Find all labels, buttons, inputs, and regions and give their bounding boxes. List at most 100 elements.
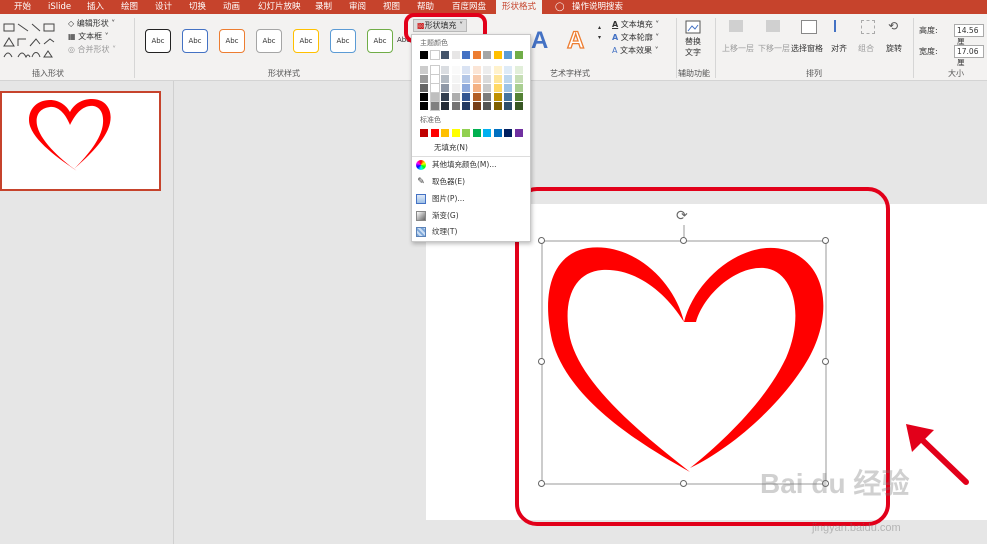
shapes-gallery[interactable]: [2, 22, 60, 60]
theme-color-swatch[interactable]: [441, 51, 449, 59]
theme-color-swatch[interactable]: [504, 84, 512, 92]
theme-color-swatch[interactable]: [429, 101, 440, 111]
slide-thumbnail[interactable]: [0, 91, 161, 191]
text-box-button[interactable]: ▦ 文本框 ˅: [68, 31, 109, 42]
theme-color-swatch[interactable]: [472, 51, 481, 59]
tab-slideshow[interactable]: 幻灯片放映: [258, 0, 301, 14]
theme-color-swatch[interactable]: [483, 93, 491, 101]
theme-color-swatch[interactable]: [429, 74, 440, 84]
theme-color-swatch[interactable]: [451, 102, 460, 110]
wordart-style-orange-outline[interactable]: A: [566, 26, 585, 55]
no-fill-item[interactable]: 无填充(N): [434, 141, 468, 155]
gradient-item[interactable]: 渐变(G): [416, 209, 459, 223]
theme-color-swatch[interactable]: [462, 51, 470, 59]
tab-record[interactable]: 录制: [315, 0, 332, 14]
theme-color-swatch[interactable]: [504, 75, 512, 83]
theme-color-swatch[interactable]: [441, 102, 449, 110]
theme-color-swatch[interactable]: [472, 102, 481, 110]
theme-color-swatch[interactable]: [451, 93, 460, 101]
tab-view[interactable]: 视图: [383, 0, 400, 14]
tab-islide[interactable]: iSlide: [48, 0, 71, 14]
standard-color-swatch[interactable]: [483, 129, 491, 137]
tab-home[interactable]: 开始: [14, 0, 31, 14]
text-effects-button[interactable]: A 文本效果 ˅: [612, 45, 659, 56]
theme-color-swatch[interactable]: [472, 84, 481, 92]
theme-color-swatch[interactable]: [514, 66, 523, 74]
theme-color-swatch[interactable]: [420, 75, 428, 83]
theme-color-swatch[interactable]: [420, 102, 428, 110]
bring-forward-button[interactable]: 上移一层: [722, 43, 754, 54]
standard-color-swatch[interactable]: [451, 129, 460, 137]
theme-color-swatch[interactable]: [420, 84, 428, 92]
theme-color-swatch[interactable]: [493, 51, 502, 59]
theme-color-swatch[interactable]: [429, 92, 440, 102]
theme-color-swatch[interactable]: [483, 51, 491, 59]
theme-color-swatch[interactable]: [483, 102, 491, 110]
theme-color-swatch[interactable]: [504, 51, 512, 59]
theme-color-swatch[interactable]: [504, 102, 512, 110]
theme-color-swatch[interactable]: [514, 84, 523, 92]
selection-pane-button[interactable]: 选择窗格: [791, 43, 823, 54]
align-button[interactable]: 对齐: [831, 43, 847, 54]
theme-color-swatch[interactable]: [462, 75, 470, 83]
tab-help[interactable]: 帮助: [417, 0, 434, 14]
shape-style-7[interactable]: Abc: [367, 29, 393, 53]
tab-tell-me[interactable]: 操作说明搜索: [572, 0, 623, 14]
shape-style-4[interactable]: Abc: [256, 29, 282, 53]
tab-draw[interactable]: 绘图: [121, 0, 138, 14]
shape-style-2[interactable]: Abc: [182, 29, 208, 53]
theme-color-swatch[interactable]: [451, 51, 460, 59]
theme-color-swatch[interactable]: [420, 93, 428, 101]
tab-shape-format[interactable]: 形状格式: [496, 0, 543, 14]
theme-color-swatch[interactable]: [451, 75, 460, 83]
tab-transitions[interactable]: 切换: [189, 0, 206, 14]
theme-color-swatch[interactable]: [472, 75, 481, 83]
shape-style-6[interactable]: Abc: [330, 29, 356, 53]
theme-color-swatch[interactable]: [483, 66, 491, 74]
shape-style-1[interactable]: Abc: [145, 29, 171, 53]
theme-color-swatch[interactable]: [514, 75, 523, 83]
theme-color-swatch[interactable]: [441, 84, 449, 92]
tab-design[interactable]: 设计: [155, 0, 172, 14]
eyedropper-item[interactable]: ✎ 取色器(E): [416, 175, 465, 189]
theme-color-swatch[interactable]: [429, 83, 440, 93]
tab-animations[interactable]: 动画: [223, 0, 240, 14]
theme-color-swatch[interactable]: [462, 93, 470, 101]
merge-shapes-button[interactable]: ◎ 合并形状 ˅: [68, 44, 116, 55]
theme-color-swatch[interactable]: [514, 51, 523, 59]
height-input[interactable]: 14.56 厘: [954, 24, 984, 46]
wordart-style-blue[interactable]: A: [531, 27, 548, 55]
group-button[interactable]: 组合: [858, 43, 874, 54]
text-fill-button[interactable]: A 文本填充 ˅: [612, 19, 659, 30]
theme-color-swatch[interactable]: [441, 66, 449, 74]
theme-color-swatch[interactable]: [493, 102, 502, 110]
theme-color-swatch[interactable]: [493, 66, 502, 74]
theme-color-swatch[interactable]: [483, 84, 491, 92]
theme-color-swatch[interactable]: [472, 93, 481, 101]
theme-color-swatch[interactable]: [462, 102, 470, 110]
standard-color-swatch[interactable]: [462, 129, 470, 137]
theme-color-swatch[interactable]: [420, 66, 428, 74]
theme-color-swatch[interactable]: [451, 84, 460, 92]
theme-color-swatch[interactable]: [514, 102, 523, 110]
tab-review[interactable]: 审阅: [349, 0, 366, 14]
theme-color-swatch[interactable]: [429, 50, 440, 60]
standard-color-swatch[interactable]: [472, 129, 481, 137]
theme-color-swatch[interactable]: [441, 93, 449, 101]
alt-text-button[interactable]: 替换 文字: [685, 36, 701, 58]
width-input[interactable]: 17.06 厘: [954, 45, 984, 67]
rotate-button[interactable]: 旋转: [886, 43, 902, 54]
standard-color-swatch[interactable]: [493, 129, 502, 137]
theme-color-swatch[interactable]: [493, 93, 502, 101]
tab-insert[interactable]: 插入: [87, 0, 104, 14]
theme-color-swatch[interactable]: [441, 75, 449, 83]
standard-color-swatch[interactable]: [430, 129, 439, 137]
theme-color-swatch[interactable]: [483, 75, 491, 83]
standard-color-swatch[interactable]: [504, 129, 512, 137]
theme-color-swatch[interactable]: [462, 84, 470, 92]
standard-color-swatch[interactable]: [514, 129, 523, 137]
wordart-scroll-down[interactable]: ▾: [598, 32, 601, 43]
more-colors-item[interactable]: 其他填充颜色(M)...: [416, 158, 496, 172]
picture-item[interactable]: 图片(P)...: [416, 192, 465, 206]
standard-color-swatch[interactable]: [441, 129, 449, 137]
